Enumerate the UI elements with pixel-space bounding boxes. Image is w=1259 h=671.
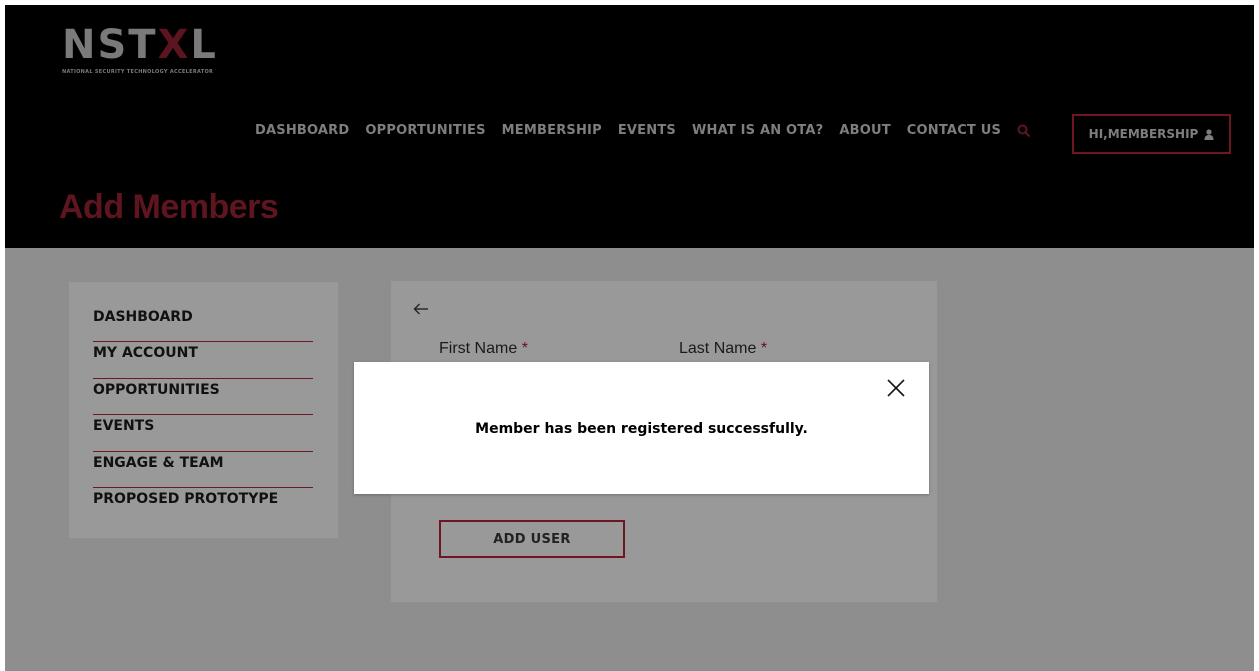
logo-suffix: L [190, 22, 218, 68]
arrow-left-icon[interactable] [413, 302, 429, 316]
required-marker: * [760, 340, 768, 357]
logo[interactable]: NSTXL NATIONAL SECURITY TECHNOLOGY ACCEL… [62, 25, 218, 75]
sidebar-item-dashboard[interactable]: DASHBOARD [93, 306, 313, 343]
nav-dashboard[interactable]: DASHBOARD [255, 123, 349, 138]
nav-opportunities[interactable]: OPPORTUNITIES [365, 123, 485, 138]
search-icon[interactable] [1017, 124, 1031, 138]
required-marker: * [521, 340, 528, 357]
user-menu-label: HI,MEMBERSHIP [1088, 127, 1199, 141]
last-name-label-text: Last Name [679, 340, 757, 357]
sidebar: DASHBOARD MY ACCOUNT OPPORTUNITIES EVENT… [69, 282, 338, 538]
first-name-label: First Name * [439, 340, 528, 358]
site-header: NSTXL NATIONAL SECURITY TECHNOLOGY ACCEL… [5, 5, 1254, 248]
sidebar-item-opportunities[interactable]: OPPORTUNITIES [93, 379, 313, 416]
page-title: Add Members [59, 188, 279, 226]
success-modal: Member has been registered successfully. [354, 362, 929, 494]
page-backdrop: NSTXL NATIONAL SECURITY TECHNOLOGY ACCEL… [5, 5, 1254, 671]
modal-message: Member has been registered successfully. [475, 421, 808, 437]
nav-about[interactable]: ABOUT [839, 123, 890, 138]
logo-wordmark: NSTXL [62, 25, 218, 65]
user-icon [1204, 128, 1214, 140]
close-icon[interactable] [886, 378, 906, 398]
nav-membership[interactable]: MEMBERSHIP [502, 123, 602, 138]
logo-tagline: NATIONAL SECURITY TECHNOLOGY ACCELERATOR [62, 69, 214, 75]
nav-events[interactable]: EVENTS [618, 123, 676, 138]
nav-contact-us[interactable]: CONTACT US [907, 123, 1001, 138]
logo-x: X [157, 22, 191, 68]
last-name-label: Last Name * [679, 340, 767, 358]
user-menu-button[interactable]: HI,MEMBERSHIP [1072, 114, 1231, 154]
sidebar-item-proposed-prototype[interactable]: PROPOSED PROTOTYPE [93, 488, 313, 524]
sidebar-item-engage-team[interactable]: ENGAGE & TEAM [93, 452, 313, 488]
nav-what-is-an-ota[interactable]: WHAT IS AN OTA? [692, 123, 823, 138]
main-nav: DASHBOARD OPPORTUNITIES MEMBERSHIP EVENT… [255, 123, 1053, 138]
add-user-button[interactable]: ADD USER [439, 520, 625, 558]
sidebar-item-my-account[interactable]: MY ACCOUNT [93, 342, 313, 379]
logo-prefix: NST [62, 22, 158, 68]
sidebar-item-events[interactable]: EVENTS [93, 415, 313, 452]
first-name-label-text: First Name [439, 340, 518, 357]
